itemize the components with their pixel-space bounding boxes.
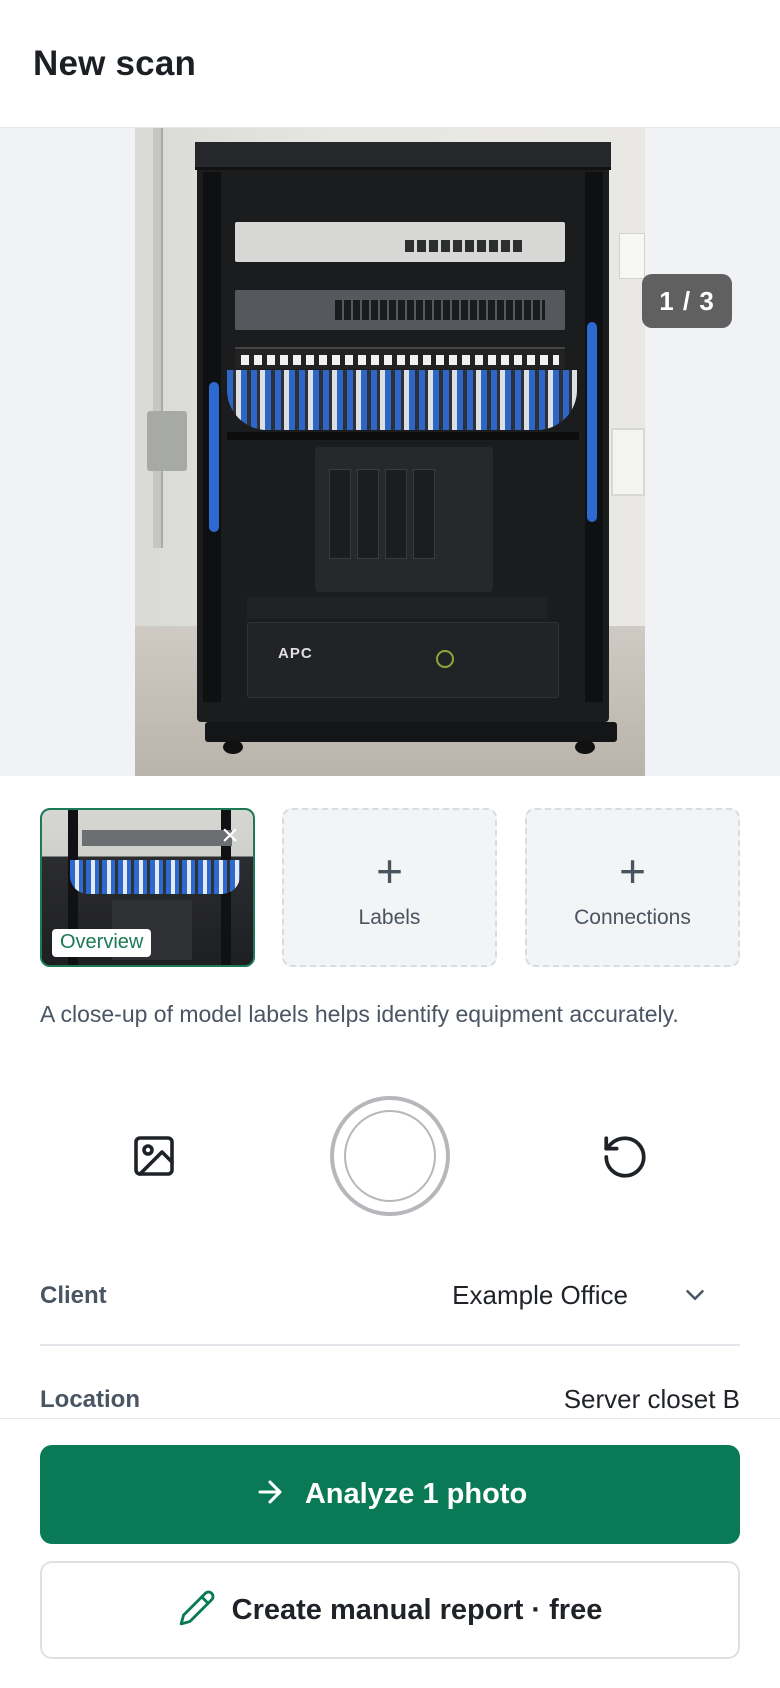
capture-controls bbox=[0, 1096, 780, 1216]
photo-preview[interactable]: APC 1 / 3 bbox=[0, 128, 780, 776]
client-label: Client bbox=[40, 1282, 107, 1309]
slot-overview[interactable]: × Overview bbox=[40, 808, 255, 967]
slot-labels-label: Labels bbox=[358, 906, 421, 929]
app-header: New scan bbox=[0, 0, 780, 128]
plus-icon: + bbox=[376, 845, 403, 897]
ups-brand-text: APC bbox=[278, 645, 313, 662]
rotate-ccw-icon[interactable] bbox=[600, 1132, 650, 1182]
chevron-down-icon[interactable] bbox=[680, 1280, 710, 1310]
image-icon[interactable] bbox=[130, 1132, 178, 1180]
arrow-right-icon bbox=[253, 1475, 287, 1514]
manual-report-label: Create manual report · free bbox=[231, 1593, 603, 1626]
location-label: Location bbox=[40, 1386, 140, 1413]
client-field[interactable]: Client Example Office bbox=[40, 1276, 740, 1346]
page-title: New scan bbox=[33, 44, 197, 83]
plus-icon: + bbox=[619, 845, 646, 897]
analyze-button[interactable]: Analyze 1 photo bbox=[40, 1445, 740, 1544]
photo-counter-badge: 1 / 3 bbox=[642, 274, 732, 328]
shutter-button[interactable] bbox=[330, 1096, 450, 1216]
pencil-icon bbox=[178, 1589, 216, 1632]
location-field[interactable]: Location Server closet B bbox=[40, 1380, 740, 1420]
location-value[interactable]: Server closet B bbox=[564, 1384, 740, 1415]
photo-slots: × Overview + Labels + Connections bbox=[40, 808, 740, 968]
slot-overview-tag: Overview bbox=[52, 929, 152, 957]
remove-photo-icon[interactable]: × bbox=[217, 821, 243, 851]
analyze-button-label: Analyze 1 photo bbox=[304, 1478, 528, 1510]
rack-photo: APC bbox=[135, 128, 645, 776]
manual-report-button[interactable]: Create manual report · free bbox=[40, 1561, 740, 1659]
capture-hint: A close-up of model labels helps identif… bbox=[40, 1001, 679, 1027]
slot-labels[interactable]: + Labels bbox=[282, 808, 497, 967]
slot-connections-label: Connections bbox=[574, 906, 691, 929]
client-value[interactable]: Example Office bbox=[452, 1280, 628, 1311]
action-footer: Analyze 1 photo Create manual report · f… bbox=[0, 1418, 780, 1688]
slot-connections[interactable]: + Connections bbox=[525, 808, 740, 967]
